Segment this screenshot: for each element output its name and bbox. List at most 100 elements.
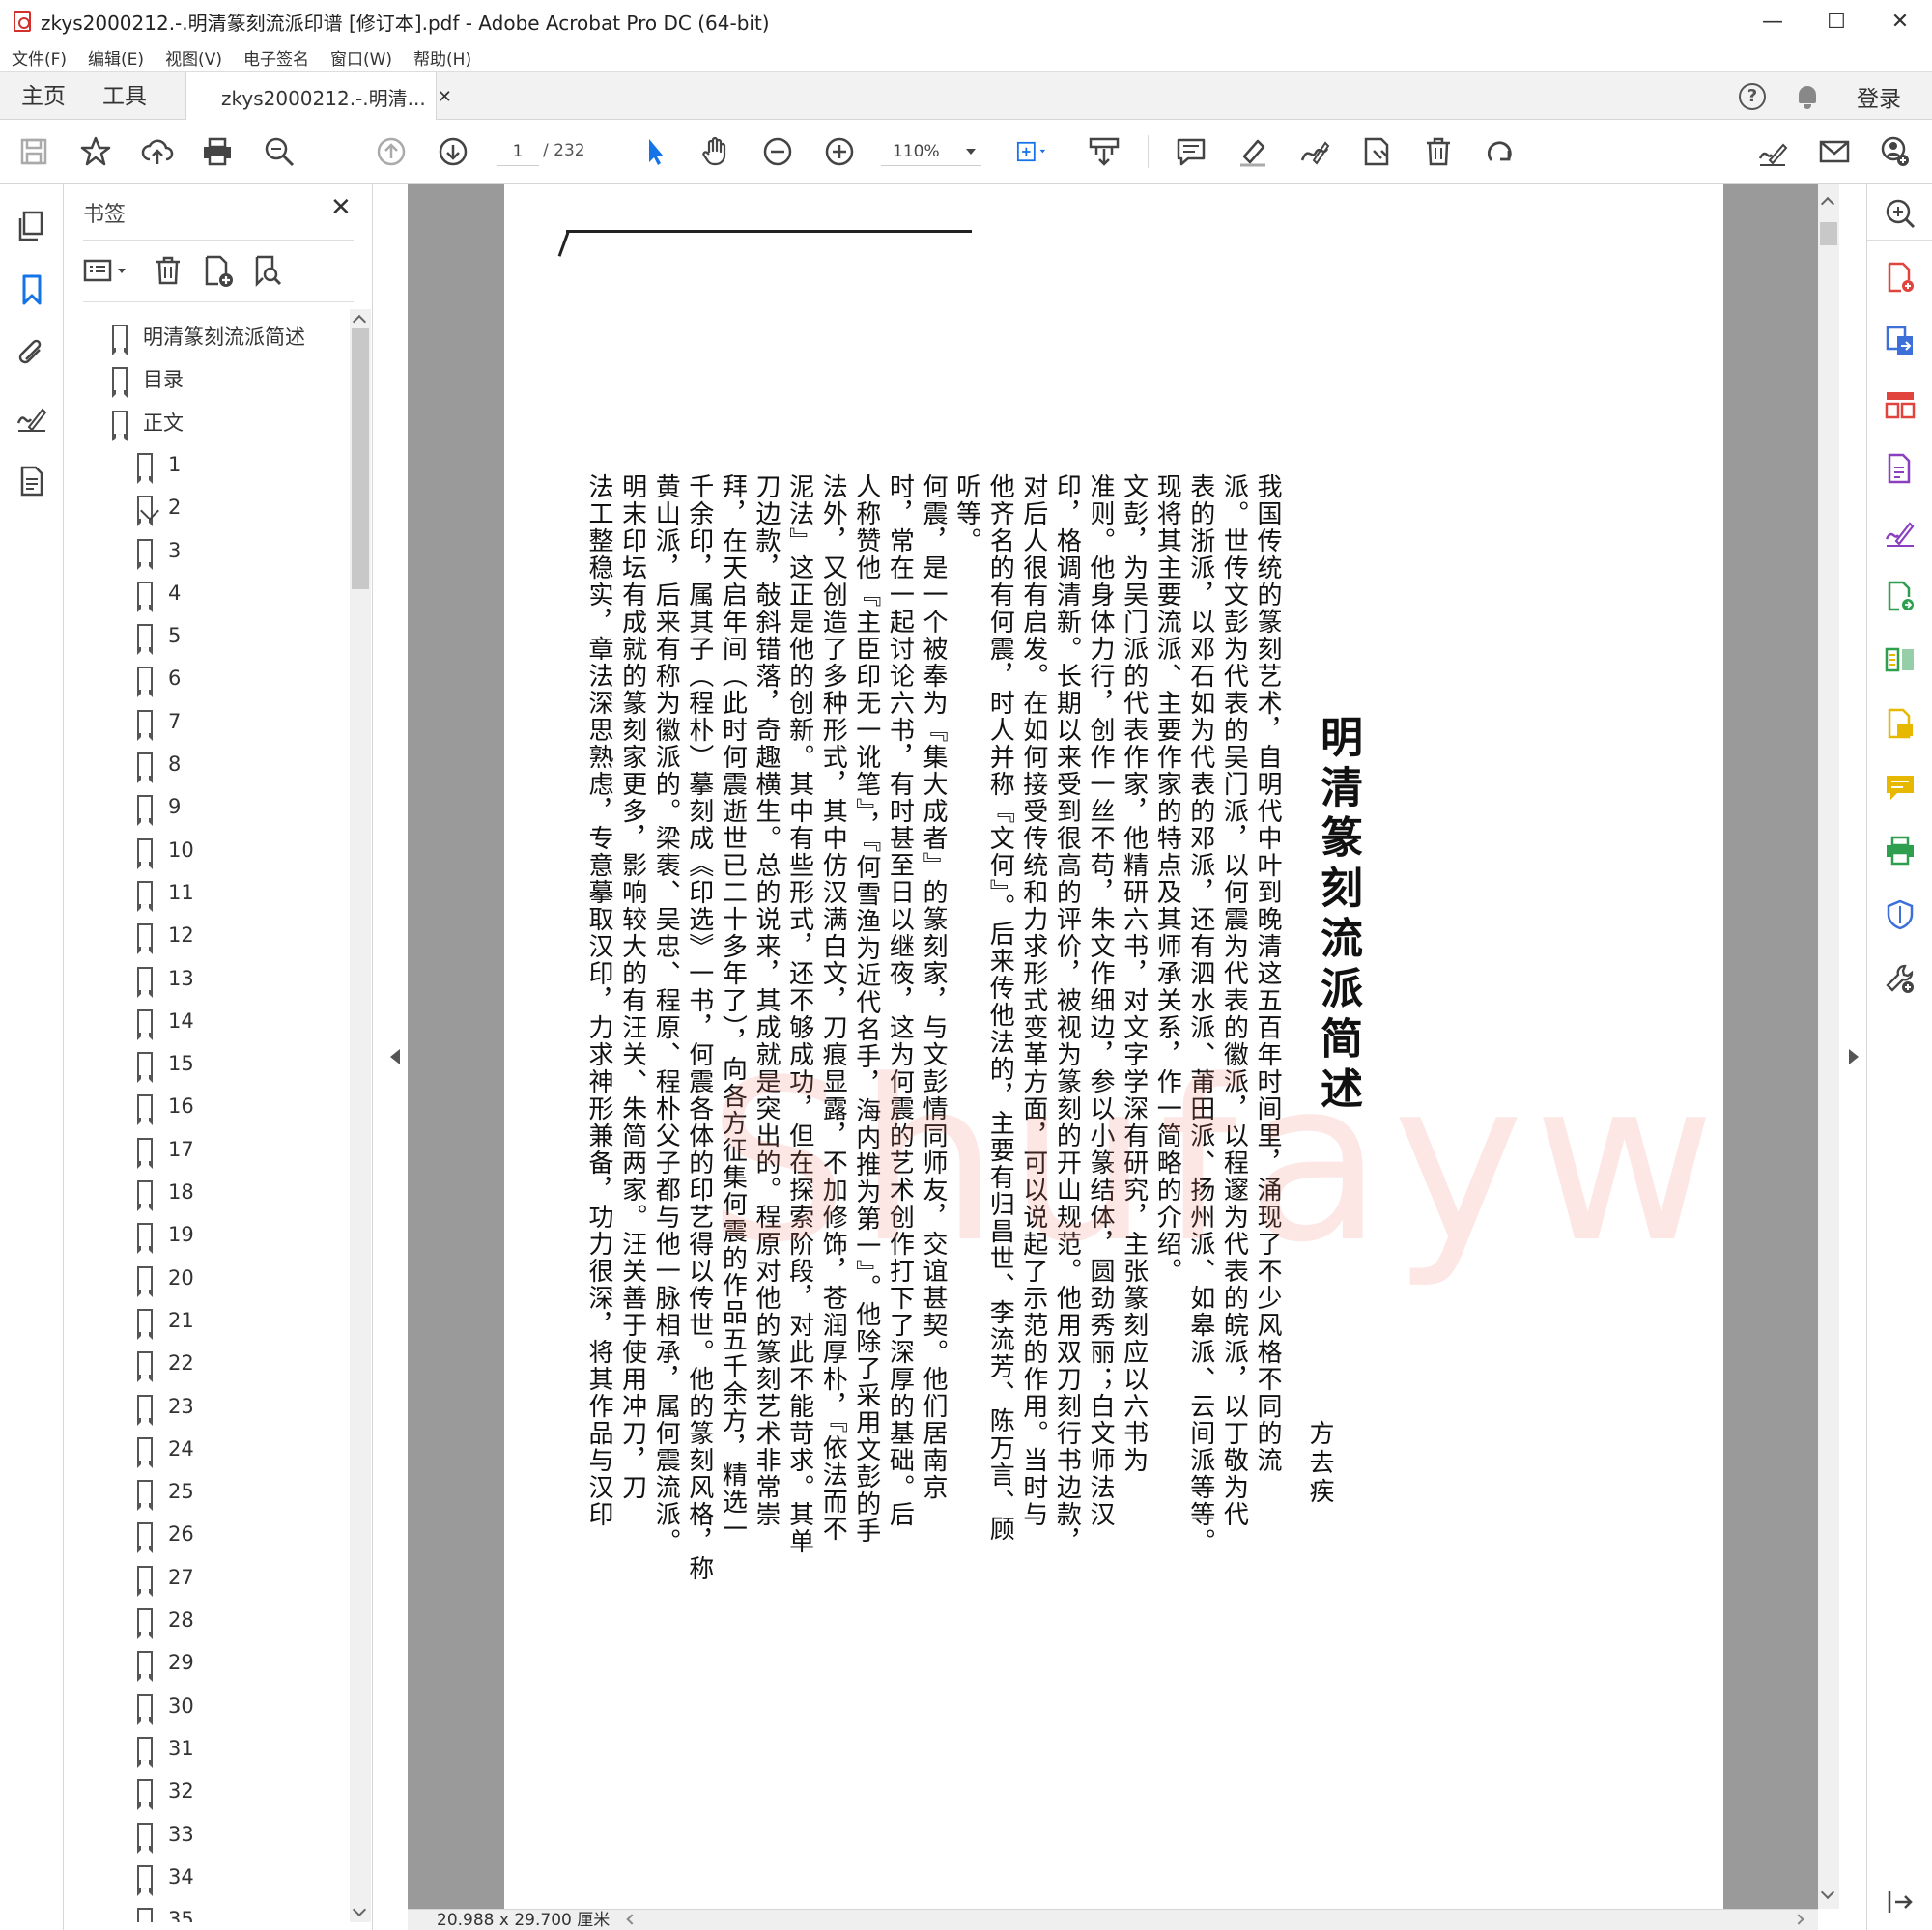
page-number-input[interactable] [497, 137, 539, 166]
close-tab-icon[interactable]: ✕ [438, 87, 452, 107]
close-panel-icon[interactable]: ✕ [330, 193, 352, 222]
compare-icon[interactable] [1884, 643, 1917, 676]
scroll-thumb[interactable] [1820, 222, 1837, 245]
sign-icon[interactable] [1298, 135, 1331, 168]
star-icon[interactable] [79, 135, 112, 168]
zoom-in-icon[interactable] [823, 135, 856, 168]
bookmark-page-item[interactable]: 16 [137, 1087, 194, 1126]
bookmarks-scrollbar[interactable] [350, 309, 371, 1922]
bookmark-page-item[interactable]: 20 [137, 1259, 194, 1297]
share-user-icon[interactable] [1878, 135, 1911, 168]
bookmark-page-item[interactable]: 8 [137, 745, 181, 783]
protect-icon[interactable] [1884, 898, 1917, 931]
zoom-panel-icon[interactable] [1884, 197, 1917, 230]
document-properties-icon[interactable] [14, 464, 49, 498]
print-production-icon[interactable] [1884, 835, 1917, 867]
bookmark-options-icon[interactable] [83, 253, 131, 288]
rotate-icon[interactable] [1484, 135, 1517, 168]
delete-bookmark-icon[interactable] [151, 253, 185, 288]
scroll-left-icon[interactable] [626, 1914, 638, 1925]
scroll-down-icon[interactable] [1820, 1885, 1835, 1900]
bookmark-page-item[interactable]: 11 [137, 873, 194, 912]
bookmark-item[interactable]: 目录 [112, 359, 184, 399]
bookmark-page-item[interactable]: 6 [137, 659, 181, 698]
comment-icon[interactable] [1884, 771, 1917, 804]
bookmark-page-item[interactable]: 25 [137, 1472, 194, 1512]
menu-window[interactable]: 窗口(W) [330, 45, 392, 70]
share-icon[interactable] [1884, 580, 1917, 612]
bookmark-page-item[interactable]: 24 [137, 1430, 194, 1468]
signature-icon[interactable] [14, 400, 49, 435]
scroll-thumb[interactable] [352, 328, 369, 589]
delete-icon[interactable] [1422, 135, 1455, 168]
zoom-level-dropdown[interactable]: 110% [881, 137, 981, 166]
menu-edit[interactable]: 编辑(E) [88, 45, 144, 70]
organize-pages-icon[interactable] [1884, 388, 1917, 421]
edit-pdf-icon[interactable] [1884, 452, 1917, 485]
bookmark-page-item[interactable]: 34 [137, 1858, 194, 1896]
comment-icon[interactable] [1175, 135, 1208, 168]
bookmark-page-item[interactable]: 29 [137, 1643, 194, 1683]
email-icon[interactable] [1818, 135, 1851, 168]
maximize-button[interactable]: ☐ [1804, 0, 1868, 43]
bookmark-page-item[interactable]: 33 [137, 1815, 194, 1854]
export-pdf-icon[interactable] [1884, 325, 1917, 357]
bookmark-page-item[interactable]: 14 [137, 1002, 194, 1040]
pages-icon[interactable] [14, 209, 49, 243]
minimize-button[interactable]: — [1741, 0, 1804, 43]
bookmark-page-item[interactable]: 7 [137, 702, 181, 741]
bookmark-page-item[interactable]: 15 [137, 1044, 194, 1084]
next-page-icon[interactable] [437, 135, 469, 168]
bookmark-page-item[interactable]: 26 [137, 1515, 194, 1554]
help-icon[interactable]: ? [1739, 83, 1766, 110]
bookmark-page-item[interactable]: 18 [137, 1173, 194, 1211]
find-bookmark-icon[interactable] [249, 253, 284, 288]
select-arrow-icon[interactable] [639, 135, 672, 168]
scroll-down-icon[interactable] [352, 1902, 367, 1917]
bookmark-page-item[interactable]: 22 [137, 1344, 194, 1383]
scroll-up-icon[interactable] [352, 314, 367, 329]
bookmark-page-item[interactable]: 19 [137, 1215, 194, 1255]
tab-home[interactable]: 主页 [21, 72, 66, 121]
document-viewport[interactable]: 明清篆刻流派简述 方去疾 我国传统的篆刻艺术，自明代中叶到晚清这五百年时间里，涌… [408, 184, 1818, 1909]
expand-right-panel-icon[interactable] [1849, 1049, 1859, 1064]
tab-tools[interactable]: 工具 [102, 72, 147, 121]
bookmark-page-item[interactable]: 27 [137, 1558, 194, 1597]
tab-document[interactable]: zkys2000212.-.明清... ✕ [185, 72, 452, 121]
send-review-icon[interactable] [1884, 707, 1917, 740]
menu-esign[interactable]: 电子签名 [243, 45, 309, 70]
bookmark-page-item[interactable]: 1 [137, 445, 181, 484]
more-tools-icon[interactable] [1884, 962, 1917, 995]
highlight-icon[interactable] [1236, 135, 1269, 168]
bookmark-page-item[interactable]: 23 [137, 1387, 194, 1426]
scroll-up-icon[interactable] [1820, 196, 1835, 212]
close-window-button[interactable]: ✕ [1868, 0, 1932, 43]
zoom-out-icon[interactable] [761, 135, 794, 168]
bookmark-page-item[interactable]: 10 [137, 831, 194, 869]
bookmark-page-item[interactable]: 31 [137, 1729, 194, 1768]
bookmark-page-item[interactable]: 30 [137, 1687, 194, 1725]
save-icon[interactable] [17, 135, 50, 168]
bookmark-page-item[interactable]: 5 [137, 616, 181, 656]
menu-file[interactable]: 文件(F) [12, 45, 67, 70]
bookmark-page-item[interactable]: 17 [137, 1130, 194, 1169]
bookmark-page-item[interactable]: 12 [137, 916, 194, 955]
bookmark-page-item[interactable]: 21 [137, 1301, 194, 1340]
bookmark-page-item[interactable]: 3 [137, 531, 181, 570]
bookmark-page-item[interactable]: 35 [137, 1900, 194, 1922]
cloud-upload-icon[interactable] [141, 135, 174, 168]
search-zoom-icon[interactable] [263, 135, 296, 168]
document-scrollbar[interactable] [1818, 184, 1839, 1909]
bookmark-page-item[interactable]: 4 [137, 574, 181, 612]
hand-icon[interactable] [699, 135, 732, 168]
bookmark-page-item[interactable]: 28 [137, 1601, 194, 1639]
menu-help[interactable]: 帮助(H) [413, 45, 471, 70]
bookmark-item[interactable]: 明清篆刻流派简述 [112, 317, 305, 355]
stamp-icon[interactable] [1360, 135, 1393, 168]
fit-page-icon[interactable] [1009, 135, 1055, 168]
print-icon[interactable] [201, 135, 234, 168]
login-button[interactable]: 登录 [1857, 80, 1901, 113]
collapse-tools-pane-icon[interactable] [1884, 1886, 1917, 1918]
read-mode-icon[interactable] [1088, 135, 1121, 168]
bookmark-page-item[interactable]: 9 [137, 787, 181, 827]
